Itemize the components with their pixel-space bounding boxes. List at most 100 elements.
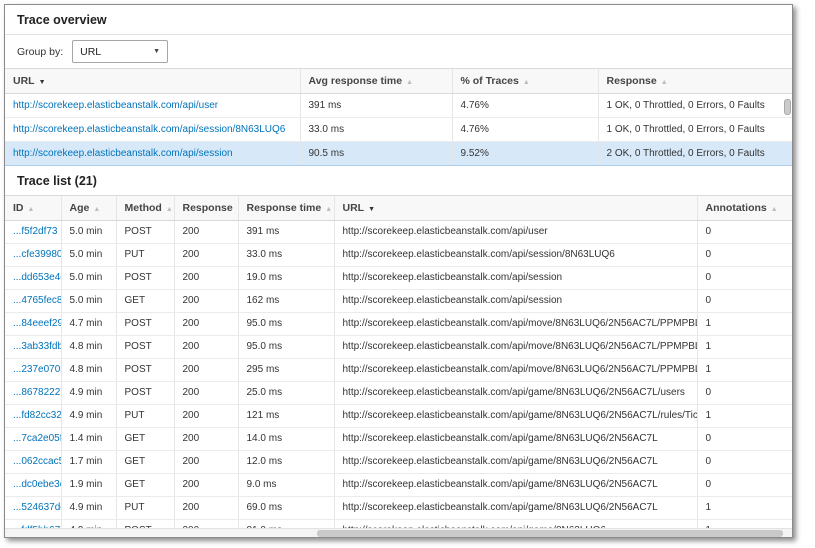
trace-list-row[interactable]: ...cfe399805.0 minPUT20033.0 mshttp://sc… — [5, 244, 792, 267]
trace-list-row[interactable]: ...f5f2df735.0 minPOST200391 mshttp://sc… — [5, 221, 792, 244]
column-label: Method — [125, 202, 162, 214]
trace-id-link[interactable]: ...524637dc — [13, 502, 61, 513]
trace-id-link[interactable]: ...4765fec8 — [13, 295, 61, 306]
sort-desc-icon: ▼ — [368, 206, 375, 213]
trace-id-link[interactable]: ...86782227 — [13, 387, 61, 398]
trace-list-row[interactable]: ...7ca2e05f1.4 minGET20014.0 mshttp://sc… — [5, 428, 792, 451]
overview-table: URL▼Avg response time▲% of Traces▲Respon… — [5, 68, 792, 166]
annotations-cell: 0 — [697, 267, 792, 290]
trace-id-link[interactable]: ...dc0ebe3c — [13, 479, 61, 490]
url-cell: http://scorekeep.elasticbeanstalk.com/ap… — [334, 290, 697, 313]
column-header-response-time[interactable]: Response time▲ — [238, 196, 334, 221]
method-cell: PUT — [116, 244, 174, 267]
method-cell: POST — [116, 313, 174, 336]
trace-list-row[interactable]: ...4765fec85.0 minGET200162 mshttp://sco… — [5, 290, 792, 313]
response-code-cell: 200 — [174, 221, 238, 244]
response-code-cell: 200 — [174, 497, 238, 520]
sort-asc-icon: ▲ — [771, 206, 778, 213]
response-time-cell: 14.0 ms — [238, 428, 334, 451]
overview-row[interactable]: http://scorekeep.elasticbeanstalk.com/ap… — [5, 142, 792, 166]
column-header-id[interactable]: ID▲ — [5, 196, 61, 221]
column-header-url[interactable]: URL▼ — [5, 69, 300, 94]
column-header--of-traces[interactable]: % of Traces ▲ — [452, 69, 598, 94]
column-header-url[interactable]: URL▼ — [334, 196, 697, 221]
overview-vertical-scrollbar-thumb[interactable] — [784, 99, 791, 115]
column-header-age[interactable]: Age▲ — [61, 196, 116, 221]
response-summary-cell: 1 OK, 0 Throttled, 0 Errors, 0 Faults — [598, 118, 792, 142]
column-label: Avg response time — [309, 75, 403, 87]
url-cell: http://scorekeep.elasticbeanstalk.com/ap… — [334, 497, 697, 520]
trace-list-row[interactable]: ...dd653e4c5.0 minPOST20019.0 mshttp://s… — [5, 267, 792, 290]
column-label: Age — [70, 202, 90, 214]
overview-url-link[interactable]: http://scorekeep.elasticbeanstalk.com/ap… — [13, 148, 233, 159]
response-time-cell: 9.0 ms — [238, 474, 334, 497]
response-code-cell: 200 — [174, 290, 238, 313]
sort-asc-icon: ▲ — [166, 206, 173, 213]
trace-id-link[interactable]: ...cfe39980 — [13, 249, 61, 260]
trace-id-link[interactable]: ...dd653e4c — [13, 272, 61, 283]
overview-url-link[interactable]: http://scorekeep.elasticbeanstalk.com/ap… — [13, 124, 285, 135]
url-cell: http://scorekeep.elasticbeanstalk.com/ap… — [334, 474, 697, 497]
column-header-response[interactable]: Response▲ — [174, 196, 238, 221]
pct-of-traces-cell: 4.76% — [452, 118, 598, 142]
method-cell: GET — [116, 451, 174, 474]
age-cell: 5.0 min — [61, 290, 116, 313]
column-header-avg-response-time[interactable]: Avg response time▲ — [300, 69, 452, 94]
group-by-row: Group by: URL ▼ — [5, 35, 792, 68]
sort-asc-icon: ▲ — [523, 79, 530, 86]
trace-id-link[interactable]: ...f5f2df73 — [13, 226, 57, 237]
annotations-cell: 0 — [697, 244, 792, 267]
group-by-select[interactable]: URL ▼ — [72, 40, 168, 63]
column-label: % of Traces — [461, 75, 519, 87]
trace-id-link[interactable]: ...062ccac5 — [13, 456, 61, 467]
column-label: ID — [13, 202, 24, 214]
annotations-cell: 0 — [697, 382, 792, 405]
trace-list-table: ID▲Age▲Method▲Response▲Response time▲URL… — [5, 195, 792, 538]
trace-list-row[interactable]: ...fd82cc324.9 minPUT200121 mshttp://sco… — [5, 405, 792, 428]
trace-list-row[interactable]: ...524637dc4.9 minPUT20069.0 mshttp://sc… — [5, 497, 792, 520]
sort-asc-icon: ▲ — [406, 79, 413, 86]
overview-url-link[interactable]: http://scorekeep.elasticbeanstalk.com/ap… — [13, 100, 218, 111]
trace-id-link[interactable]: ...3ab33fdb — [13, 341, 61, 352]
pct-of-traces-cell: 9.52% — [452, 142, 598, 166]
age-cell: 1.9 min — [61, 474, 116, 497]
response-time-cell: 295 ms — [238, 359, 334, 382]
annotations-cell: 0 — [697, 474, 792, 497]
age-cell: 1.7 min — [61, 451, 116, 474]
trace-id-link[interactable]: ...fd82cc32 — [13, 410, 61, 421]
horizontal-scrollbar[interactable] — [5, 528, 792, 537]
trace-id-cell: ...fd82cc32 — [5, 405, 61, 428]
trace-overview-section: URL▼Avg response time▲% of Traces▲Respon… — [5, 68, 792, 166]
overview-row[interactable]: http://scorekeep.elasticbeanstalk.com/ap… — [5, 94, 792, 118]
response-time-cell: 121 ms — [238, 405, 334, 428]
method-cell: GET — [116, 290, 174, 313]
trace-list-row[interactable]: ...062ccac51.7 minGET20012.0 mshttp://sc… — [5, 451, 792, 474]
trace-id-link[interactable]: ...84eeef29 — [13, 318, 61, 329]
column-label: URL — [13, 75, 35, 87]
chevron-down-icon: ▼ — [153, 48, 160, 55]
trace-id-link[interactable]: ...237e0705 — [13, 364, 61, 375]
response-code-cell: 200 — [174, 336, 238, 359]
horizontal-scrollbar-thumb[interactable] — [317, 530, 783, 537]
url-cell: http://scorekeep.elasticbeanstalk.com/ap… — [334, 382, 697, 405]
group-by-selected-value: URL — [80, 46, 101, 58]
trace-id-cell: ...3ab33fdb — [5, 336, 61, 359]
annotations-cell: 0 — [697, 428, 792, 451]
column-header-response[interactable]: Response▲ — [598, 69, 792, 94]
column-header-annotations[interactable]: Annotations▲ — [697, 196, 792, 221]
trace-list-row[interactable]: ...237e07054.8 minPOST200295 mshttp://sc… — [5, 359, 792, 382]
trace-list-row[interactable]: ...84eeef294.7 minPOST20095.0 mshttp://s… — [5, 313, 792, 336]
response-time-cell: 95.0 ms — [238, 313, 334, 336]
overview-row[interactable]: http://scorekeep.elasticbeanstalk.com/ap… — [5, 118, 792, 142]
trace-id-link[interactable]: ...7ca2e05f — [13, 433, 61, 444]
column-header-method[interactable]: Method ▲ — [116, 196, 174, 221]
url-cell: http://scorekeep.elasticbeanstalk.com/ap… — [5, 142, 300, 166]
url-cell: http://scorekeep.elasticbeanstalk.com/ap… — [5, 94, 300, 118]
trace-list-row[interactable]: ...3ab33fdb4.8 minPOST20095.0 mshttp://s… — [5, 336, 792, 359]
response-code-cell: 200 — [174, 244, 238, 267]
trace-overview-title: Trace overview — [5, 5, 792, 35]
trace-list-row[interactable]: ...dc0ebe3c1.9 minGET2009.0 mshttp://sco… — [5, 474, 792, 497]
overview-table-body: http://scorekeep.elasticbeanstalk.com/ap… — [5, 94, 792, 166]
sort-asc-icon: ▲ — [661, 79, 668, 86]
trace-list-row[interactable]: ...867822274.9 minPOST20025.0 mshttp://s… — [5, 382, 792, 405]
